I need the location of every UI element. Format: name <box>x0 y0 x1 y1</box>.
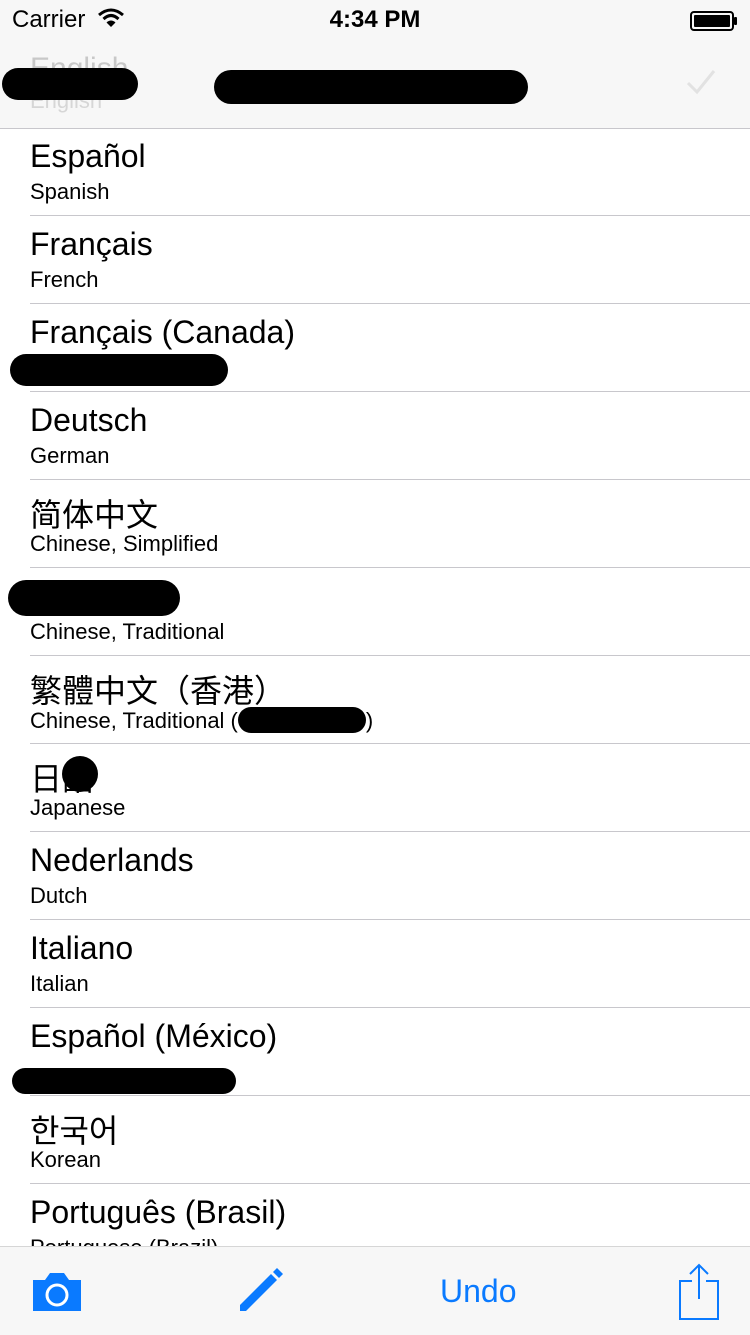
status-bar: Carrier 4:34 PM <box>0 0 750 40</box>
language-english-name: Chinese, Traditional () <box>30 707 374 733</box>
language-row-dutch[interactable]: Nederlands Dutch <box>0 832 750 920</box>
language-row-korean[interactable]: 한국어 Korean <box>0 1096 750 1184</box>
language-english-name: Portuguese (Brazil) <box>30 1235 218 1246</box>
language-english-name: French <box>30 267 99 292</box>
language-native-name: Français <box>30 226 153 262</box>
language-english-name: Spanish <box>30 179 110 204</box>
language-row-portuguese-brazil[interactable]: Português (Brasil) Portuguese (Brazil) <box>0 1184 750 1246</box>
language-native-name: Deutsch <box>30 402 148 438</box>
undo-button[interactable]: Undo <box>440 1273 517 1310</box>
language-row-german[interactable]: Deutsch German <box>0 392 750 480</box>
language-english-name-text: Chinese, Traditional ( <box>30 708 238 733</box>
redaction-mark <box>8 580 180 616</box>
language-native-name: 한국어 <box>30 1113 119 1149</box>
language-row-spanish[interactable]: Español Spanish <box>0 128 750 216</box>
language-native-name: Español (México) <box>30 1018 278 1054</box>
language-english-name: German <box>30 443 110 468</box>
redaction-mark <box>2 68 138 100</box>
status-time: 4:34 PM <box>329 6 421 33</box>
language-english-name: Italian <box>30 971 89 996</box>
language-native-name: Nederlands <box>30 842 194 878</box>
redaction-mark <box>62 756 98 792</box>
bottom-toolbar: Undo <box>0 1246 750 1335</box>
redaction-mark <box>10 354 228 386</box>
language-native-name: Español <box>30 138 146 174</box>
language-native-name: Português (Brasil) <box>30 1194 287 1230</box>
redaction-mark <box>214 70 528 104</box>
language-native-name: Français (Canada) <box>30 314 295 350</box>
checkmark-icon <box>686 70 716 95</box>
language-row-chinese-traditional[interactable]: Chinese, Traditional <box>0 568 750 656</box>
share-icon[interactable] <box>678 1263 720 1321</box>
language-row-chinese-traditional-hong-kong[interactable]: 繁體中文（香港） Chinese, Traditional () <box>0 656 750 744</box>
language-native-name: 简体中文 <box>30 497 159 533</box>
language-native-name: Italiano <box>30 930 134 966</box>
language-english-name: Chinese, Traditional <box>30 619 225 644</box>
language-english-name: Japanese <box>30 795 126 820</box>
redaction-mark <box>12 1068 236 1094</box>
language-row-french-canada[interactable]: Français (Canada) <box>0 304 750 392</box>
language-list: Español Spanish Français French Français… <box>0 128 750 1246</box>
language-english-name: Dutch <box>30 883 88 908</box>
redaction-mark <box>237 707 366 733</box>
language-row-chinese-simplified[interactable]: 简体中文 Chinese, Simplified <box>0 480 750 568</box>
language-row-japanese[interactable]: 日語 Japanese <box>0 744 750 832</box>
language-row-italian[interactable]: Italiano Italian <box>0 920 750 1008</box>
battery-icon <box>690 11 737 31</box>
selected-language-header[interactable]: English English <box>0 40 750 129</box>
language-english-name: Chinese, Simplified <box>30 531 219 556</box>
pencil-icon[interactable] <box>238 1267 284 1313</box>
camera-icon[interactable] <box>30 1271 84 1313</box>
language-row-spanish-mexico[interactable]: Español (México) <box>0 1008 750 1096</box>
language-row-french[interactable]: Français French <box>0 216 750 304</box>
language-english-name: Korean <box>30 1147 101 1172</box>
language-native-name: 繁體中文（香港） <box>30 673 287 709</box>
